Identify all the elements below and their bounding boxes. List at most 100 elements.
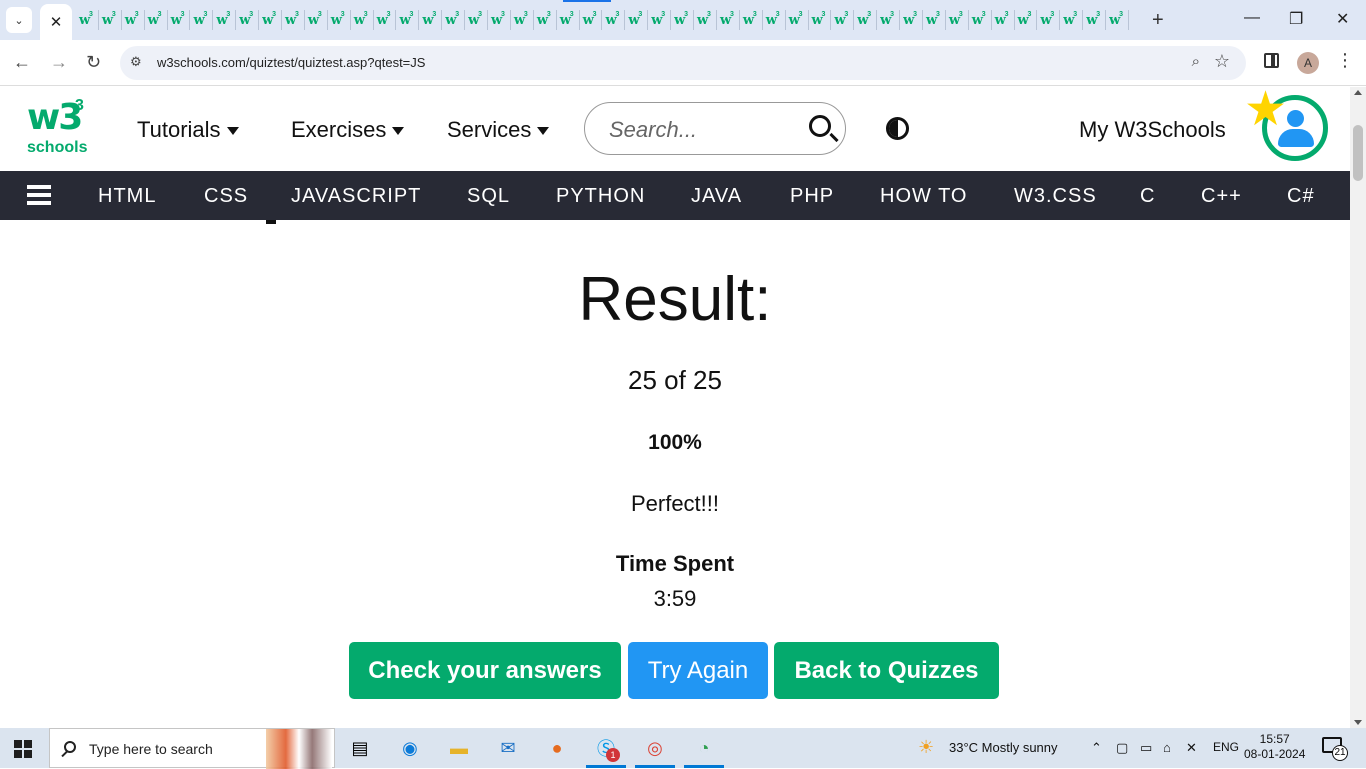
browser-tab[interactable]: w3 bbox=[900, 10, 923, 30]
minimize-button[interactable]: — bbox=[1244, 9, 1260, 27]
show-hidden-icons-chevron-icon[interactable]: ⌃ bbox=[1091, 740, 1102, 756]
hamburger-menu-icon[interactable] bbox=[27, 185, 51, 205]
contrast-toggle-icon[interactable] bbox=[886, 117, 909, 140]
browser-tab[interactable]: w3 bbox=[694, 10, 717, 30]
browser-menu-icon[interactable]: ⋮ bbox=[1336, 50, 1354, 71]
browser-tab[interactable]: w3 bbox=[213, 10, 237, 30]
notification-center-icon[interactable]: 21 bbox=[1322, 737, 1348, 761]
forward-arrow-icon[interactable]: → bbox=[50, 52, 68, 73]
nav-csharp[interactable]: C# bbox=[1287, 185, 1315, 208]
active-tab[interactable]: ✕ bbox=[40, 4, 72, 40]
browser-tab[interactable]: w3 bbox=[809, 10, 832, 30]
browser-tab[interactable]: w3 bbox=[488, 10, 511, 30]
zoom-icon[interactable]: ⌕ bbox=[1192, 53, 1200, 70]
browser-tab[interactable]: w3 bbox=[305, 10, 328, 30]
tab-search-button[interactable]: ⌄ bbox=[6, 7, 32, 33]
browser-tab[interactable]: w3 bbox=[396, 10, 420, 30]
mail-icon[interactable]: ✉ bbox=[494, 734, 522, 762]
browser-tab[interactable]: w3 bbox=[992, 10, 1015, 30]
browser-tab[interactable]: w3 bbox=[259, 10, 283, 30]
edge-browser-icon[interactable]: ◉ bbox=[396, 734, 424, 762]
browser-tab[interactable]: w3 bbox=[648, 10, 672, 30]
menu-exercises[interactable]: Exercises bbox=[291, 117, 405, 143]
browser-tab[interactable]: w3 bbox=[877, 10, 901, 30]
firefox-icon[interactable]: ● bbox=[543, 734, 571, 762]
language-indicator[interactable]: ENG bbox=[1213, 740, 1239, 754]
nav-css[interactable]: CSS bbox=[204, 185, 248, 208]
browser-tab[interactable]: w3 bbox=[671, 10, 695, 30]
site-info-icon[interactable]: ⚙ bbox=[130, 54, 142, 70]
restore-button[interactable]: ❐ bbox=[1289, 9, 1303, 29]
scroll-thumb[interactable] bbox=[1353, 125, 1363, 181]
nav-cpp[interactable]: C++ bbox=[1201, 185, 1242, 208]
nav-python[interactable]: PYTHON bbox=[556, 185, 645, 208]
browser-tab[interactable]: w3 bbox=[190, 10, 214, 30]
volume-muted-icon[interactable]: ✕ bbox=[1186, 740, 1197, 756]
browser-tab[interactable]: w3 bbox=[786, 10, 809, 30]
browser-tab[interactable]: w3 bbox=[923, 10, 946, 30]
browser-tab[interactable]: w3 bbox=[1060, 10, 1084, 30]
browser-tab[interactable]: w3 bbox=[419, 10, 443, 30]
taskbar-search-box[interactable]: Type here to search bbox=[49, 728, 335, 769]
search-icon[interactable] bbox=[809, 115, 831, 137]
page-scrollbar[interactable] bbox=[1350, 87, 1366, 728]
system-clock[interactable]: 15:57 08-01-2024 bbox=[1244, 732, 1305, 762]
browser-tab[interactable]: w3 bbox=[236, 10, 260, 30]
file-explorer-icon[interactable]: ▬ bbox=[445, 734, 473, 762]
close-tab-icon[interactable]: ✕ bbox=[50, 13, 63, 31]
browser-tab[interactable]: w3 bbox=[351, 10, 374, 30]
browser-tab[interactable]: w3 bbox=[122, 10, 145, 30]
bookmark-star-icon[interactable]: ☆ bbox=[1214, 51, 1230, 72]
back-arrow-icon[interactable]: ← bbox=[13, 52, 31, 73]
chrome-icon[interactable]: ◎ bbox=[641, 734, 669, 762]
browser-tab[interactable]: w3 bbox=[717, 10, 740, 30]
scroll-up-arrow-icon[interactable] bbox=[1354, 90, 1362, 95]
url-text[interactable]: w3schools.com/quiztest/quiztest.asp?qtes… bbox=[157, 55, 425, 70]
browser-tab[interactable]: w3 bbox=[534, 10, 557, 30]
battery-icon[interactable]: ▭ bbox=[1140, 740, 1152, 756]
scroll-down-arrow-icon[interactable] bbox=[1354, 720, 1362, 725]
browser-tab[interactable]: w3 bbox=[282, 10, 305, 30]
side-panel-icon[interactable] bbox=[1264, 53, 1279, 68]
windows-start-icon[interactable] bbox=[14, 740, 32, 758]
nav-sql[interactable]: SQL bbox=[467, 185, 510, 208]
meet-now-icon[interactable]: ▢ bbox=[1116, 740, 1128, 756]
browser-tab[interactable]: w3 bbox=[602, 10, 626, 30]
nav-php[interactable]: PHP bbox=[790, 185, 834, 208]
site-search-input[interactable]: Search... bbox=[584, 102, 846, 155]
my-w3schools-link[interactable]: My W3Schools bbox=[1079, 117, 1226, 143]
nav-how-to[interactable]: HOW TO bbox=[880, 185, 967, 208]
task-view-icon[interactable]: ▤ bbox=[346, 734, 374, 762]
browser-tab[interactable]: w3 bbox=[557, 10, 580, 30]
browser-tab[interactable]: w3 bbox=[511, 10, 534, 30]
browser-tab[interactable]: w3 bbox=[969, 10, 992, 30]
menu-services[interactable]: Services bbox=[447, 117, 550, 143]
browser-tab[interactable]: w3 bbox=[442, 10, 466, 30]
weather-icon[interactable]: ☀ bbox=[918, 737, 934, 758]
nav-java[interactable]: JAVA bbox=[691, 185, 742, 208]
nav-javascript[interactable]: JAVASCRIPT bbox=[291, 185, 421, 208]
address-bar[interactable]: ⚙ w3schools.com/quiztest/quiztest.asp?qt… bbox=[120, 46, 1246, 80]
browser-tab[interactable]: w3 bbox=[1015, 10, 1038, 30]
browser-tab[interactable]: w3 bbox=[740, 10, 763, 30]
browser-tab[interactable]: w3 bbox=[374, 10, 397, 30]
browser-tab[interactable]: w3 bbox=[580, 10, 603, 30]
nav-html[interactable]: HTML bbox=[98, 185, 156, 208]
gauge-app-icon[interactable]: ◔ bbox=[690, 734, 718, 762]
browser-tab[interactable]: w3 bbox=[145, 10, 168, 30]
reload-icon[interactable]: ↻ bbox=[86, 52, 101, 73]
browser-tab[interactable]: w3 bbox=[465, 10, 489, 30]
browser-tab[interactable]: w3 bbox=[1106, 10, 1129, 30]
nav-c[interactable]: C bbox=[1140, 185, 1155, 208]
network-icon[interactable]: ⌂ bbox=[1163, 740, 1171, 755]
profile-avatar[interactable]: A bbox=[1297, 52, 1319, 74]
close-window-button[interactable]: ✕ bbox=[1336, 9, 1349, 29]
browser-tab[interactable]: w3 bbox=[763, 10, 786, 30]
check-answers-button[interactable]: Check your answers bbox=[349, 642, 621, 699]
browser-tab[interactable]: w3 bbox=[99, 10, 122, 30]
new-tab-button[interactable]: + bbox=[1152, 9, 1164, 32]
browser-tab[interactable]: w3 bbox=[1083, 10, 1107, 30]
browser-tab[interactable]: w3 bbox=[625, 10, 649, 30]
try-again-button[interactable]: Try Again bbox=[628, 642, 768, 699]
w3schools-logo[interactable]: w3 3 schools bbox=[27, 97, 89, 157]
